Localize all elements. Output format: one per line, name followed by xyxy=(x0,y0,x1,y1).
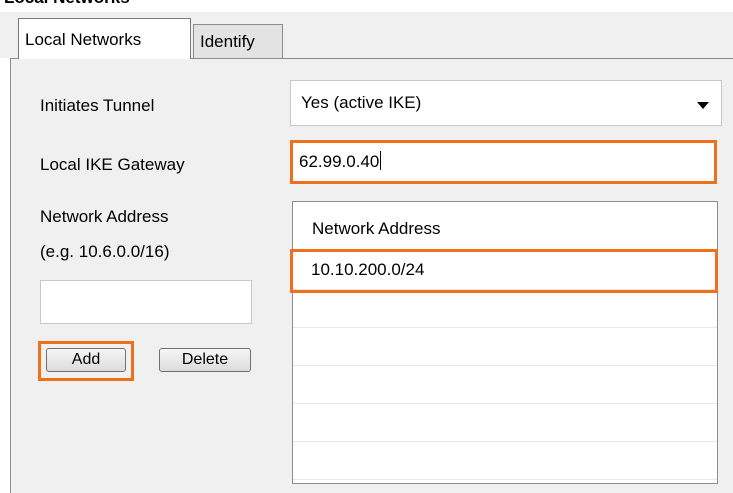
initiates-tunnel-select[interactable]: Yes (active IKE) xyxy=(290,80,722,126)
tab-label: Local Networks xyxy=(25,30,142,49)
initiates-tunnel-value: Yes (active IKE) xyxy=(301,93,422,112)
network-address-input[interactable] xyxy=(40,280,252,324)
list-item[interactable] xyxy=(293,404,717,442)
list-column-header: Network Address xyxy=(312,219,441,238)
list-item[interactable] xyxy=(293,366,717,404)
local-ike-gateway-input[interactable]: 62.99.0.40 xyxy=(290,140,717,184)
local-ike-gateway-value: 62.99.0.40 xyxy=(299,152,380,171)
list-item[interactable] xyxy=(293,442,717,480)
list-item-text: 10.10.200.0/24 xyxy=(311,260,425,279)
tab-local-networks[interactable]: Local Networks xyxy=(18,18,191,59)
text-caret xyxy=(380,151,382,170)
list-item[interactable] xyxy=(293,328,717,366)
list-item[interactable] xyxy=(293,290,717,328)
delete-button[interactable]: Delete xyxy=(159,348,251,372)
network-address-hint: (e.g. 10.6.0.0/16) xyxy=(40,242,170,261)
chevron-down-icon[interactable] xyxy=(697,102,709,109)
tab-label: Identify xyxy=(200,32,255,51)
network-address-list[interactable]: Network Address 10.10.200.0/24 xyxy=(292,201,718,484)
add-button[interactable]: Add xyxy=(46,348,126,372)
tab-identify[interactable]: Identify xyxy=(193,24,283,58)
list-item[interactable]: 10.10.200.0/24 xyxy=(293,252,717,290)
local-ike-gateway-label: Local IKE Gateway xyxy=(40,155,185,174)
window-title: Local Networks xyxy=(4,0,130,8)
window-title-strip: Local Networks xyxy=(0,0,733,12)
initiates-tunnel-label: Initiates Tunnel xyxy=(40,96,155,115)
network-address-label: Network Address xyxy=(40,207,169,226)
